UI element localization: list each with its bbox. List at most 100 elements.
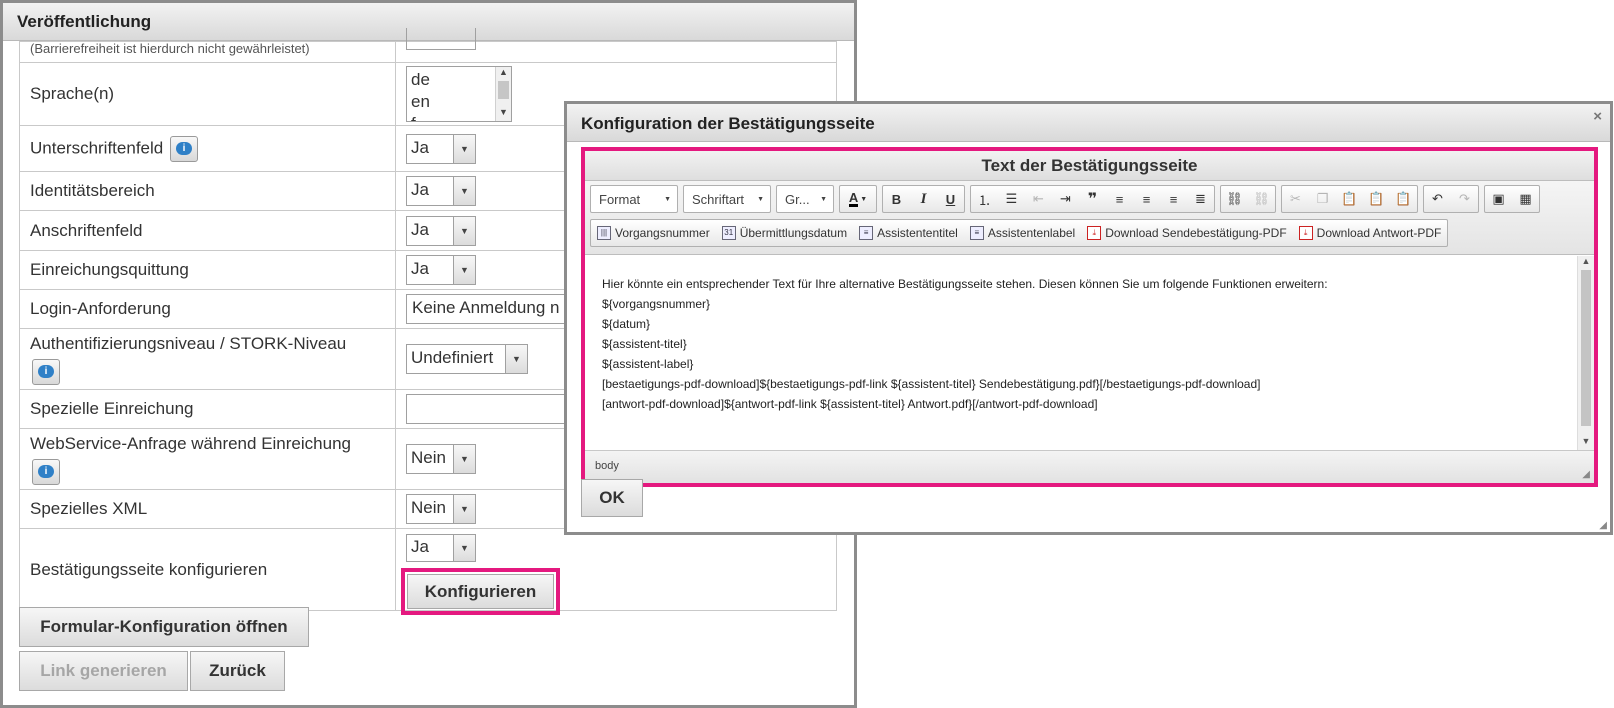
label-signature-field: Unterschriftenfeld bbox=[30, 137, 164, 157]
content-paragraph: ${assistent-label} bbox=[602, 357, 694, 371]
paste-word-icon[interactable]: 📋 bbox=[1390, 186, 1417, 212]
listbox-scrollbar[interactable]: ▲ ▼ bbox=[495, 67, 511, 121]
language-option[interactable]: f bbox=[411, 113, 507, 121]
open-form-config-button[interactable]: Formular-Konfiguration öffnen bbox=[19, 607, 309, 647]
accessibility-note: (Barrierefreiheit ist hierdurch nicht ge… bbox=[30, 41, 310, 56]
address-field-select[interactable]: Ja ▼ bbox=[406, 215, 476, 246]
ok-button[interactable]: OK bbox=[581, 479, 643, 517]
link-icon[interactable]: ⛓ bbox=[1221, 186, 1248, 212]
chevron-down-icon: ▼ bbox=[505, 345, 527, 373]
font-size-combo[interactable]: Gr... ▼ bbox=[776, 185, 834, 213]
label-address-field: Anschriftenfeld bbox=[19, 210, 396, 251]
insert-vorgangsnummer-button[interactable]: ||| Vorgangsnummer bbox=[591, 220, 716, 246]
chevron-down-icon: ▼ bbox=[453, 177, 475, 205]
webservice-request-select[interactable]: Nein ▼ bbox=[406, 444, 476, 474]
resize-grip-icon[interactable]: ◢ bbox=[1599, 520, 1607, 531]
redo-icon[interactable]: ↷ bbox=[1451, 186, 1478, 212]
chevron-down-icon: ▼ bbox=[757, 195, 764, 203]
confirmation-page-select[interactable]: Ja ▼ bbox=[406, 534, 476, 562]
chevron-down-icon: ▼ bbox=[664, 195, 671, 203]
align-left-icon[interactable]: ≡ bbox=[1106, 186, 1133, 212]
special-xml-select[interactable]: Nein ▼ bbox=[406, 494, 476, 524]
chevron-down-icon: ▼ bbox=[453, 445, 475, 473]
label-special-xml: Spezielles XML bbox=[19, 489, 396, 529]
back-button[interactable]: Zurück bbox=[190, 651, 285, 691]
label-languages: Sprache(n) bbox=[19, 62, 396, 126]
language-option[interactable]: en bbox=[411, 91, 507, 113]
close-icon[interactable]: × bbox=[1593, 108, 1602, 125]
dialog-title: Konfiguration der Bestätigungsseite bbox=[581, 114, 875, 133]
text-color-icon[interactable]: A ▼ bbox=[840, 186, 876, 212]
bold-icon[interactable]: B bbox=[883, 186, 910, 212]
login-requirement-select[interactable]: Keine Anmeldung n bbox=[406, 294, 576, 324]
resize-grip-icon[interactable]: ◢ bbox=[1582, 469, 1590, 480]
special-submission-input[interactable] bbox=[406, 394, 576, 424]
scroll-up-icon[interactable]: ▲ bbox=[1578, 256, 1594, 270]
submission-receipt-select[interactable]: Ja ▼ bbox=[406, 255, 476, 285]
label-submission-receipt: Einreichungsquittung bbox=[19, 250, 396, 290]
underline-icon[interactable]: U bbox=[937, 186, 964, 212]
copy-icon[interactable]: ❐ bbox=[1309, 186, 1336, 212]
scroll-down-icon[interactable]: ▼ bbox=[496, 107, 511, 121]
insert-assistant-label-button[interactable]: ≡ Assistentenlabel bbox=[964, 220, 1081, 246]
indent-icon[interactable]: ⇥ bbox=[1052, 186, 1079, 212]
label-special-submission: Spezielle Einreichung bbox=[19, 389, 396, 429]
image-icon[interactable]: ▣ bbox=[1485, 186, 1512, 212]
partial-select[interactable] bbox=[406, 28, 476, 50]
content-paragraph: Hier könnte ein entsprechender Text für … bbox=[602, 277, 1328, 291]
insert-date-button[interactable]: 31 Übermittlungsdatum bbox=[716, 220, 853, 246]
paste-text-icon[interactable]: 📋 bbox=[1363, 186, 1390, 212]
configure-button[interactable]: Konfigurieren bbox=[407, 574, 554, 609]
pdf-icon: ⤓ bbox=[1298, 226, 1313, 240]
content-paragraph: [antwort-pdf-download]${antwort-pdf-link… bbox=[602, 397, 1098, 411]
chevron-down-icon: ▼ bbox=[453, 256, 475, 284]
chevron-down-icon: ▼ bbox=[453, 216, 475, 245]
insert-send-confirmation-pdf-button[interactable]: ⤓ Download Sendebestätigung-PDF bbox=[1081, 220, 1292, 246]
label-webservice-request: WebService-Anfrage während Einreichung bbox=[30, 433, 351, 453]
configure-button-highlight: Konfigurieren bbox=[401, 568, 560, 615]
scroll-up-icon[interactable]: ▲ bbox=[496, 67, 511, 81]
outdent-icon[interactable]: ⇤ bbox=[1025, 186, 1052, 212]
chevron-down-icon: ▼ bbox=[453, 495, 475, 523]
info-bubble-icon: i bbox=[38, 365, 54, 378]
help-button[interactable]: i bbox=[169, 135, 198, 162]
signature-field-select[interactable]: Ja ▼ bbox=[406, 133, 476, 164]
generate-link-button[interactable]: Link generieren bbox=[19, 651, 188, 691]
italic-icon[interactable]: I bbox=[910, 186, 937, 212]
languages-listbox[interactable]: de en f ▲ ▼ bbox=[406, 66, 512, 122]
label-login-requirement: Login-Anforderung bbox=[19, 289, 396, 329]
table-icon[interactable]: ▦ bbox=[1512, 186, 1539, 212]
align-center-icon[interactable]: ≡ bbox=[1133, 186, 1160, 212]
align-right-icon[interactable]: ≡ bbox=[1160, 186, 1187, 212]
chevron-down-icon: ▼ bbox=[453, 535, 475, 561]
identity-area-select[interactable]: Ja ▼ bbox=[406, 176, 476, 206]
numbered-list-icon[interactable]: ⒈ bbox=[971, 186, 998, 212]
label-icon: ≡ bbox=[969, 226, 984, 240]
cut-icon[interactable]: ✂ bbox=[1282, 186, 1309, 212]
authentication-level-select[interactable]: Undefiniert ▼ bbox=[406, 344, 528, 374]
confirmation-page-dialog: Konfiguration der Bestätigungsseite × Te… bbox=[564, 101, 1613, 535]
table-row: (Barrierefreiheit ist hierdurch nicht ge… bbox=[19, 28, 837, 63]
help-button[interactable]: i bbox=[32, 358, 60, 385]
insert-answer-pdf-button[interactable]: ⤓ Download Antwort-PDF bbox=[1293, 220, 1448, 246]
rich-text-editor: Text der Bestätigungsseite Format ▼ Schri… bbox=[581, 147, 1598, 487]
font-combo[interactable]: Schriftart ▼ bbox=[683, 185, 771, 213]
paste-icon[interactable]: 📋 bbox=[1336, 186, 1363, 212]
chevron-down-icon: ▼ bbox=[820, 195, 827, 203]
insert-assistant-title-button[interactable]: ≡ Assistententitel bbox=[853, 220, 964, 246]
justify-icon[interactable]: ≣ bbox=[1187, 186, 1214, 212]
bulleted-list-icon[interactable]: ☰ bbox=[998, 186, 1025, 212]
content-scrollbar[interactable]: ▲ ▼ bbox=[1577, 256, 1594, 450]
format-combo[interactable]: Format ▼ bbox=[590, 185, 678, 213]
undo-icon[interactable]: ↶ bbox=[1424, 186, 1451, 212]
unlink-icon[interactable]: ⛓ bbox=[1248, 186, 1275, 212]
content-paragraph: ${datum} bbox=[602, 317, 651, 331]
language-option[interactable]: de bbox=[411, 69, 507, 91]
blockquote-icon[interactable]: ❞ bbox=[1079, 186, 1106, 212]
info-bubble-icon: i bbox=[38, 465, 54, 478]
scroll-down-icon[interactable]: ▼ bbox=[1578, 436, 1594, 450]
element-path[interactable]: body bbox=[595, 460, 619, 472]
info-bubble-icon: i bbox=[175, 142, 192, 155]
help-button[interactable]: i bbox=[32, 458, 60, 485]
editor-content[interactable]: Hier könnte ein entsprechender Text für … bbox=[585, 256, 1594, 450]
